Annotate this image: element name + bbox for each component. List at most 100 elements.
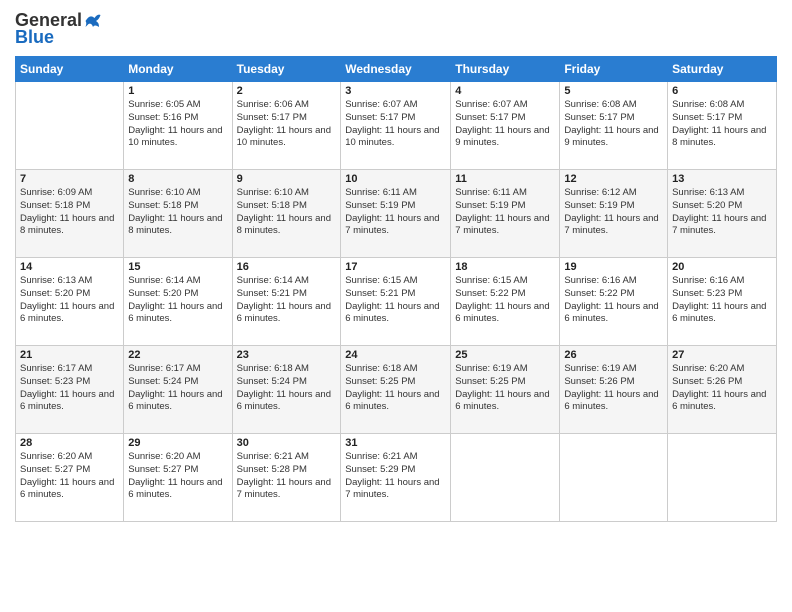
weekday-header-row: SundayMondayTuesdayWednesdayThursdayFrid… [16,57,777,82]
day-number: 9 [237,173,337,185]
day-info: Sunrise: 6:18 AM Sunset: 5:24 PM Dayligh… [237,363,337,414]
day-number: 22 [128,349,227,361]
day-info: Sunrise: 6:15 AM Sunset: 5:21 PM Dayligh… [345,275,446,326]
day-info: Sunrise: 6:07 AM Sunset: 5:17 PM Dayligh… [455,99,555,150]
calendar-cell: 8Sunrise: 6:10 AM Sunset: 5:18 PM Daylig… [124,170,232,258]
calendar-cell: 29Sunrise: 6:20 AM Sunset: 5:27 PM Dayli… [124,434,232,522]
calendar-cell: 18 Sunrise: 6:15 AM Sunset: 5:22 PM Dayli… [451,258,560,346]
day-info: Sunrise: 6:06 AM Sunset: 5:17 PM Dayligh… [237,99,337,150]
day-info: Sunrise: 6:16 AM Sunset: 5:23 PM Dayligh… [672,275,772,326]
logo-icon [84,12,102,30]
day-number: 29 [128,437,227,449]
day-info: Sunrise: 6:19 AM Sunset: 5:25 PM Dayligh… [455,363,555,414]
day-number: 14 [20,261,119,273]
day-number: 2 [237,85,337,97]
calendar-cell: 19 Sunrise: 6:16 AM Sunset: 5:22 PM Dayli… [560,258,668,346]
day-info: Sunrise: 6:21 AM Sunset: 5:28 PM Dayligh… [237,451,337,502]
day-info: Sunrise: 6:14 AM Sunset: 5:21 PM Dayligh… [237,275,337,326]
week-row-3: 14 Sunrise: 6:13 AM Sunset: 5:20 PM Dayli… [16,258,777,346]
calendar-cell: 20 Sunrise: 6:16 AM Sunset: 5:23 PM Dayli… [668,258,777,346]
week-row-2: 7Sunrise: 6:09 AM Sunset: 5:18 PM Daylig… [16,170,777,258]
day-info: Sunrise: 6:07 AM Sunset: 5:17 PM Dayligh… [345,99,446,150]
day-info: Sunrise: 6:13 AM Sunset: 5:20 PM Dayligh… [672,187,772,238]
day-info: Sunrise: 6:17 AM Sunset: 5:23 PM Dayligh… [20,363,119,414]
calendar-cell: 26Sunrise: 6:19 AM Sunset: 5:26 PM Dayli… [560,346,668,434]
day-number: 4 [455,85,555,97]
logo: General Blue [15,10,102,48]
day-info: Sunrise: 6:08 AM Sunset: 5:17 PM Dayligh… [564,99,663,150]
day-number: 6 [672,85,772,97]
calendar-cell [560,434,668,522]
day-info: Sunrise: 6:05 AM Sunset: 5:16 PM Dayligh… [128,99,227,150]
calendar-cell: 10 Sunrise: 6:11 AM Sunset: 5:19 PM Dayli… [341,170,451,258]
calendar-cell: 7Sunrise: 6:09 AM Sunset: 5:18 PM Daylig… [16,170,124,258]
calendar-cell: 21 Sunrise: 6:17 AM Sunset: 5:23 PM Dayli… [16,346,124,434]
day-info: Sunrise: 6:17 AM Sunset: 5:24 PM Dayligh… [128,363,227,414]
calendar-cell: 6 Sunrise: 6:08 AM Sunset: 5:17 PM Daylig… [668,82,777,170]
calendar-cell: 31 Sunrise: 6:21 AM Sunset: 5:29 PM Dayli… [341,434,451,522]
day-info: Sunrise: 6:10 AM Sunset: 5:18 PM Dayligh… [237,187,337,238]
day-info: Sunrise: 6:13 AM Sunset: 5:20 PM Dayligh… [20,275,119,326]
day-number: 24 [345,349,446,361]
day-number: 1 [128,85,227,97]
day-number: 20 [672,261,772,273]
calendar-cell: 5 Sunrise: 6:08 AM Sunset: 5:17 PM Daylig… [560,82,668,170]
day-info: Sunrise: 6:10 AM Sunset: 5:18 PM Dayligh… [128,187,227,238]
day-number: 11 [455,173,555,185]
day-info: Sunrise: 6:21 AM Sunset: 5:29 PM Dayligh… [345,451,446,502]
weekday-header-sunday: Sunday [16,57,124,82]
day-number: 5 [564,85,663,97]
day-info: Sunrise: 6:20 AM Sunset: 5:26 PM Dayligh… [672,363,772,414]
day-number: 23 [237,349,337,361]
calendar-cell: 14 Sunrise: 6:13 AM Sunset: 5:20 PM Dayli… [16,258,124,346]
day-info: Sunrise: 6:15 AM Sunset: 5:22 PM Dayligh… [455,275,555,326]
calendar-cell: 27 Sunrise: 6:20 AM Sunset: 5:26 PM Dayli… [668,346,777,434]
calendar-cell: 16 Sunrise: 6:14 AM Sunset: 5:21 PM Dayli… [232,258,341,346]
calendar-cell: 15 Sunrise: 6:14 AM Sunset: 5:20 PM Dayli… [124,258,232,346]
day-info: Sunrise: 6:14 AM Sunset: 5:20 PM Dayligh… [128,275,227,326]
week-row-5: 28Sunrise: 6:20 AM Sunset: 5:27 PM Dayli… [16,434,777,522]
day-info: Sunrise: 6:12 AM Sunset: 5:19 PM Dayligh… [564,187,663,238]
calendar-cell: 3 Sunrise: 6:07 AM Sunset: 5:17 PM Daylig… [341,82,451,170]
calendar-cell: 11Sunrise: 6:11 AM Sunset: 5:19 PM Dayli… [451,170,560,258]
weekday-header-friday: Friday [560,57,668,82]
day-number: 7 [20,173,119,185]
day-info: Sunrise: 6:08 AM Sunset: 5:17 PM Dayligh… [672,99,772,150]
calendar-cell: 1 Sunrise: 6:05 AM Sunset: 5:16 PM Daylig… [124,82,232,170]
day-number: 27 [672,349,772,361]
page-container: General Blue SundayMondayTuesdayWednesda… [0,0,792,532]
day-number: 17 [345,261,446,273]
day-number: 25 [455,349,555,361]
day-number: 21 [20,349,119,361]
day-number: 26 [564,349,663,361]
day-number: 10 [345,173,446,185]
day-number: 13 [672,173,772,185]
day-number: 16 [237,261,337,273]
weekday-header-monday: Monday [124,57,232,82]
calendar-cell: 30 Sunrise: 6:21 AM Sunset: 5:28 PM Dayli… [232,434,341,522]
day-info: Sunrise: 6:11 AM Sunset: 5:19 PM Dayligh… [345,187,446,238]
day-number: 19 [564,261,663,273]
calendar-cell: 17 Sunrise: 6:15 AM Sunset: 5:21 PM Dayli… [341,258,451,346]
calendar-cell [16,82,124,170]
calendar-table: SundayMondayTuesdayWednesdayThursdayFrid… [15,56,777,522]
weekday-header-tuesday: Tuesday [232,57,341,82]
day-number: 3 [345,85,446,97]
day-number: 30 [237,437,337,449]
day-info: Sunrise: 6:20 AM Sunset: 5:27 PM Dayligh… [20,451,119,502]
day-info: Sunrise: 6:16 AM Sunset: 5:22 PM Dayligh… [564,275,663,326]
weekday-header-thursday: Thursday [451,57,560,82]
day-number: 18 [455,261,555,273]
calendar-cell: 2 Sunrise: 6:06 AM Sunset: 5:17 PM Daylig… [232,82,341,170]
calendar-cell: 9 Sunrise: 6:10 AM Sunset: 5:18 PM Daylig… [232,170,341,258]
calendar-cell [451,434,560,522]
day-number: 31 [345,437,446,449]
calendar-cell: 13 Sunrise: 6:13 AM Sunset: 5:20 PM Dayli… [668,170,777,258]
week-row-4: 21 Sunrise: 6:17 AM Sunset: 5:23 PM Dayli… [16,346,777,434]
weekday-header-wednesday: Wednesday [341,57,451,82]
week-row-1: 1 Sunrise: 6:05 AM Sunset: 5:16 PM Daylig… [16,82,777,170]
calendar-cell: 23 Sunrise: 6:18 AM Sunset: 5:24 PM Dayli… [232,346,341,434]
day-number: 15 [128,261,227,273]
calendar-cell [668,434,777,522]
calendar-cell: 4 Sunrise: 6:07 AM Sunset: 5:17 PM Daylig… [451,82,560,170]
